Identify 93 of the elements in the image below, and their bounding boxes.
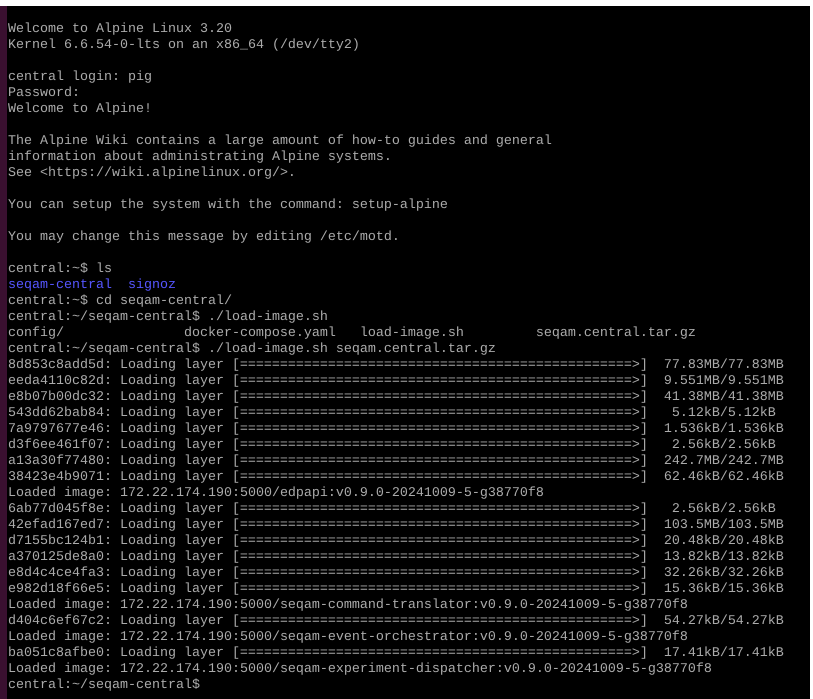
status-text: Loading layer [120,566,224,582]
progress-text: [=================================================>] [232,438,648,454]
layer-id: 38423e4b9071: [8,470,112,486]
size-text: 41.38MB/41.38MB [664,390,784,406]
size-text: 9.551MB/9.551MB [664,374,784,390]
size-text: 20.48kB/20.48kB [664,534,784,550]
progress-text: [=================================================>] [232,470,648,486]
output-line: Kernel 6.6.54-0-lts on an x86_64 (/dev/tty2) [8,38,360,54]
status-text: Loading layer [120,646,224,662]
layer-id: 7a9797677e46: [8,422,112,438]
size-text: 62.46kB/62.46kB [664,470,784,486]
size-text: 54.27kB/54.27kB [664,614,784,630]
output-line: Welcome to Alpine! [8,102,152,118]
status-text: Loading layer [120,502,224,518]
size-text: 2.56kB/2.56kB [672,438,776,454]
command-text: ls [96,262,112,278]
output-line: Password: [8,86,80,102]
command-text: cd seqam-central/ [96,294,232,310]
progress-text: [=================================================>] [232,518,648,534]
layer-id: e8d4c4ce4fa3: [8,566,112,582]
progress-text: [=================================================>] [232,502,648,518]
output-line: central login: pig [8,70,152,86]
output-line: See <https://wiki.alpinelinux.org/>. [8,166,296,182]
layer-id: d3f6ee461f07: [8,438,112,454]
command-text: ./load-image.sh seqam.central.tar.gz [208,342,496,358]
progress-text: [=================================================>] [232,614,648,630]
progress-text: [=================================================>] [232,358,648,374]
status-text: Loading layer [120,374,224,390]
shell-prompt: central:~$ [8,294,88,310]
status-text: Loading layer [120,390,224,406]
status-text: Loading layer [120,406,224,422]
layer-id: d7155bc124b1: [8,534,112,550]
shell-prompt: central:~/seqam-central$ [8,342,200,358]
progress-text: [=================================================>] [232,390,648,406]
layer-id: 8d853c8add5d: [8,358,112,374]
layer-id: eeda4110c82d: [8,374,112,390]
file-name: seqam.central.tar.gz [536,326,696,341]
command-text: ./load-image.sh [208,310,328,326]
file-name: seqam-central [8,278,112,293]
file-name: load-image.sh [360,326,464,341]
output-line: Loaded image: 172.22.174.190:5000/seqam-event-orchestrator:v0.9.0-20241009-5-g38770f8 [8,630,688,646]
size-text: 103.5MB/103.5MB [664,518,784,534]
layer-id: e982d18f66e5: [8,582,112,598]
output-line: You can setup the system with the command: setup-alpine [8,198,448,214]
layer-id: 543dd62bab84: [8,406,112,422]
status-text: Loading layer [120,518,224,534]
layer-id: a370125de8a0: [8,550,112,566]
size-text: 2.56kB/2.56kB [672,502,776,518]
status-text: Loading layer [120,422,224,438]
size-text: 242.7MB/242.7MB [664,454,784,470]
output-line: Loaded image: 172.22.174.190:5000/edpapi:v0.9.0-20241009-5-g38770f8 [8,486,544,502]
output-line: Welcome to Alpine Linux 3.20 [8,22,232,38]
status-text: Loading layer [120,534,224,550]
output-line: information about administrating Alpine systems. [8,150,392,166]
progress-text: [=================================================>] [232,374,648,390]
shell-prompt: central:~$ [8,262,88,278]
progress-text: [=================================================>] [232,646,648,662]
status-text: Loading layer [120,614,224,630]
size-text: 13.82kB/13.82kB [664,550,784,566]
status-text: Loading layer [120,358,224,374]
layer-id: 42efad167ed7: [8,518,112,534]
shell-prompt: central:~/seqam-central$ [8,310,200,326]
size-text: 17.41kB/17.41kB [664,646,784,662]
progress-text: [=================================================>] [232,454,648,470]
progress-text: [=================================================>] [232,550,648,566]
progress-text: [=================================================>] [232,422,648,438]
size-text: 32.26kB/32.26kB [664,566,784,582]
status-text: Loading layer [120,454,224,470]
layer-id: a13a30f77480: [8,454,112,470]
output-line: You may change this message by editing /etc/motd. [8,230,400,246]
status-text: Loading layer [120,438,224,454]
progress-text: [=================================================>] [232,566,648,582]
output-line: Loaded image: 172.22.174.190:5000/seqam-command-translator:v0.9.0-20241009-5-g38770f8 [8,598,688,614]
progress-text: [=================================================>] [232,582,648,598]
layer-id: ba051c8afbe0: [8,646,112,662]
size-text: 5.12kB/5.12kB [672,406,776,422]
size-text: 77.83MB/77.83MB [664,358,784,374]
layer-id: 6ab77d045f8e: [8,502,112,518]
progress-text: [=================================================>] [232,406,648,422]
shell-prompt: central:~/seqam-central$ [8,678,200,694]
status-text: Loading layer [120,550,224,566]
status-text: Loading layer [120,582,224,598]
output-line: Loaded image: 172.22.174.190:5000/seqam-experiment-dispatcher:v0.9.0-20241009-5-g38770f8 [8,662,712,678]
status-text: Loading layer [120,470,224,486]
layer-id: e8b07b00dc32: [8,390,112,406]
progress-text: [=================================================>] [232,534,648,550]
layer-id: d404c6ef67c2: [8,614,112,630]
file-name: docker-compose.yaml [184,326,336,341]
file-name: config/ [8,326,64,341]
file-name: signoz [128,278,176,293]
size-text: 1.536kB/1.536kB [664,422,784,438]
output-line: The Alpine Wiki contains a large amount of how-to guides and general [8,134,552,150]
size-text: 15.36kB/15.36kB [664,582,784,598]
